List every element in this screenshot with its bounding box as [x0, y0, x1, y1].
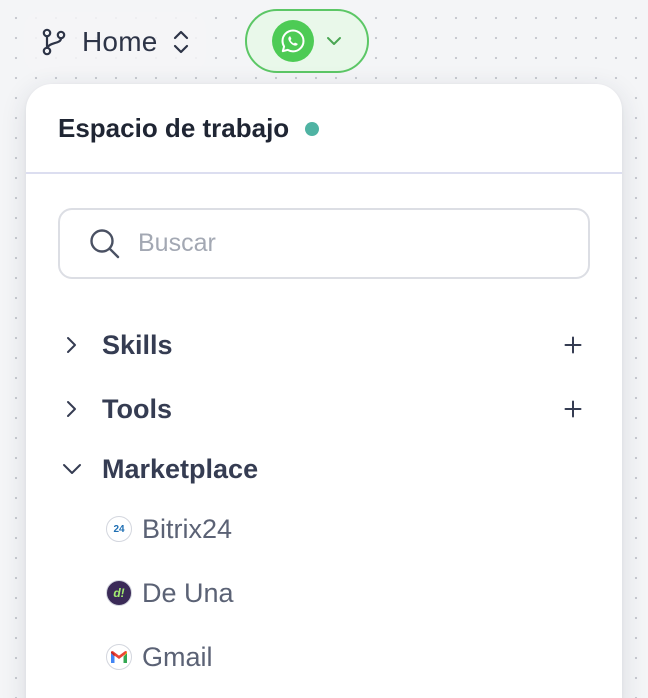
chevron-right-icon[interactable]	[62, 336, 80, 354]
workspace-panel: Espacio de trabajo Skills	[26, 84, 622, 698]
add-skill-button[interactable]	[561, 333, 585, 357]
panel-title: Espacio de trabajo	[58, 112, 290, 143]
marketplace-item-deuna[interactable]: d! De Una	[106, 567, 234, 619]
branch-name: Home	[82, 26, 158, 57]
tree-section-marketplace[interactable]: Marketplace	[26, 441, 622, 497]
section-label-skills: Skills	[102, 329, 173, 360]
branch-selector[interactable]: Home	[24, 12, 206, 72]
marketplace-item-bitrix24[interactable]: 24 Bitrix24	[106, 503, 232, 555]
gmail-logo-icon	[106, 644, 132, 670]
chevron-down-icon	[326, 36, 342, 46]
whatsapp-icon	[272, 20, 314, 62]
add-tool-button[interactable]	[561, 397, 585, 421]
channel-selector[interactable]	[245, 9, 369, 73]
chevron-down-icon[interactable]	[62, 460, 82, 478]
tree-section-tools[interactable]: Tools	[26, 381, 622, 437]
marketplace-item-gmail[interactable]: Gmail	[106, 631, 213, 683]
section-label-tools: Tools	[102, 393, 172, 424]
marketplace-item-label: De Una	[142, 577, 234, 608]
marketplace-item-label: Gmail	[142, 641, 213, 672]
section-label-marketplace: Marketplace	[102, 453, 259, 484]
bitrix24-logo-icon: 24	[106, 516, 132, 542]
panel-header: Espacio de trabajo	[26, 84, 622, 174]
git-branch-icon	[40, 27, 68, 57]
marketplace-item-label: Bitrix24	[142, 513, 233, 544]
search-box[interactable]	[58, 208, 590, 279]
deuna-logo-icon: d!	[106, 580, 132, 606]
status-indicator	[305, 122, 320, 136]
chevron-up-down-icon	[172, 28, 190, 56]
search-input[interactable]	[136, 228, 560, 259]
chevron-right-icon[interactable]	[62, 400, 80, 418]
tree-section-skills[interactable]: Skills	[26, 317, 622, 373]
search-icon	[88, 227, 122, 261]
